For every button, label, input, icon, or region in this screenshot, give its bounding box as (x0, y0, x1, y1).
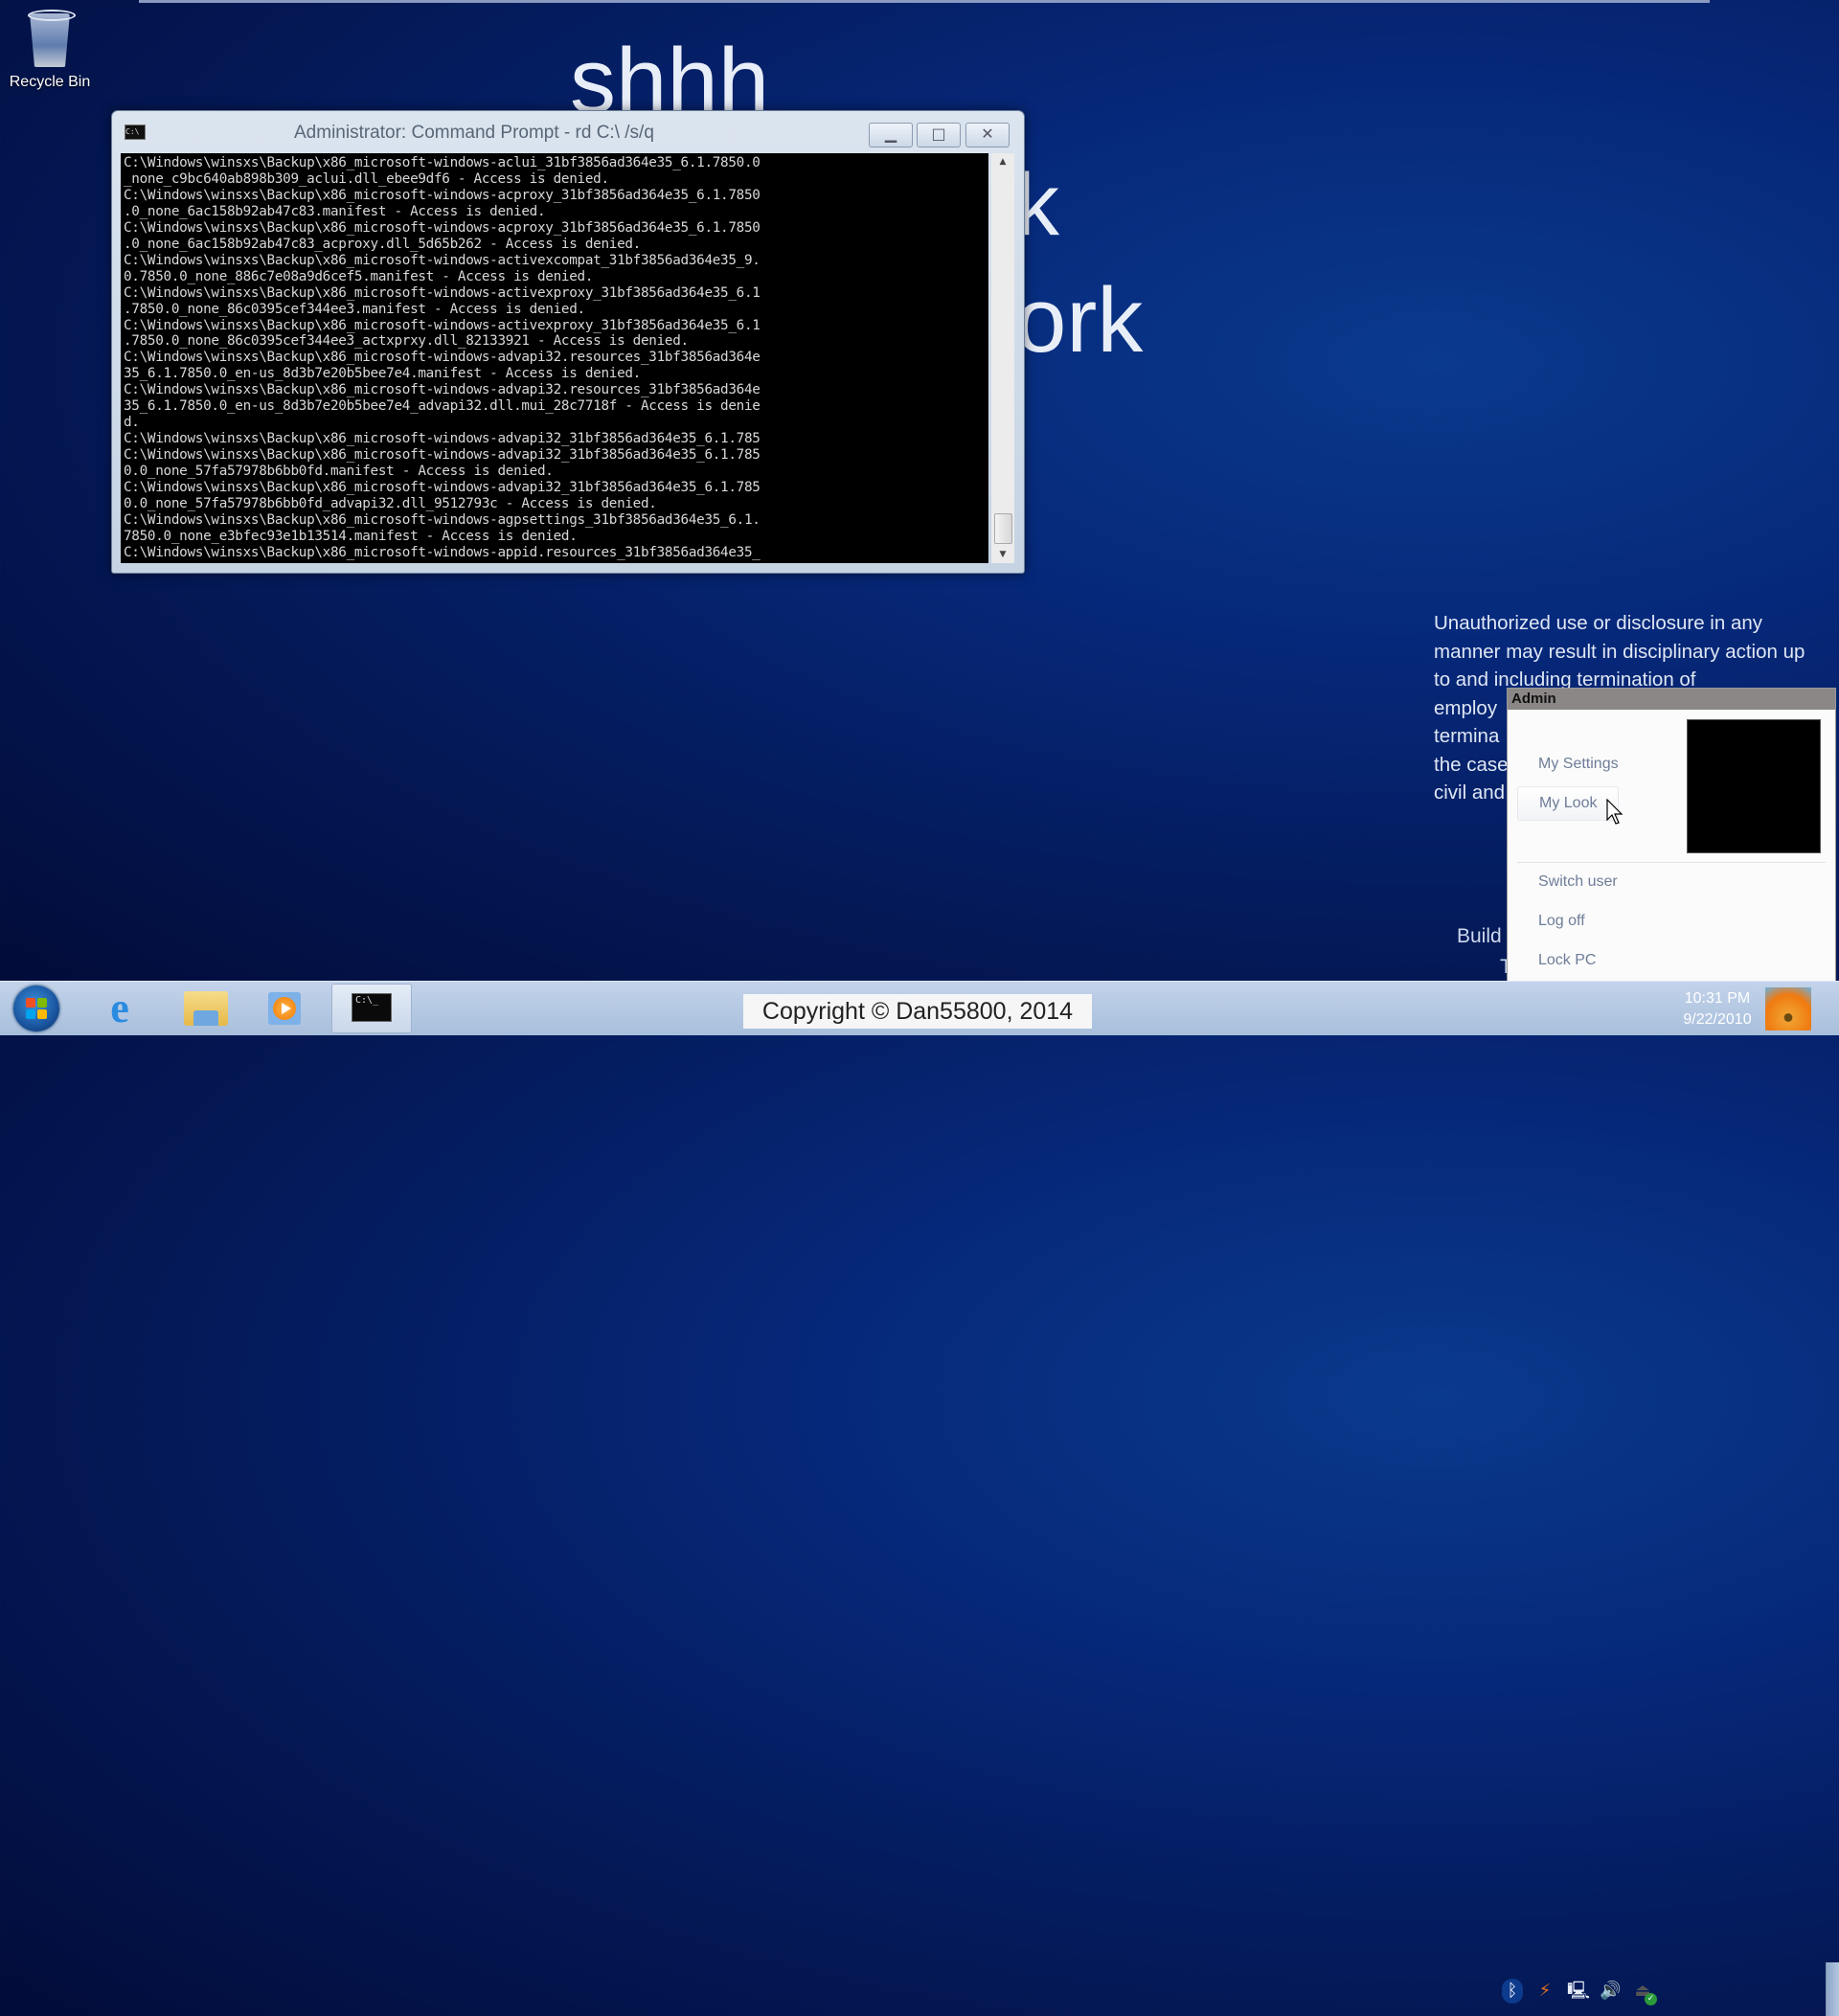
legal-line: manner may result in disciplinary action… (1434, 640, 1805, 663)
scroll-down-arrow-icon[interactable]: ▼ (991, 546, 1014, 563)
system-tray: ᛒ ⚡ 🖳 🔊 ⏏ (1502, 1974, 1657, 2008)
volume-icon[interactable]: 🔊 (1600, 1979, 1621, 2004)
window-edge (139, 0, 1710, 3)
menu-item-my-look[interactable]: My Look (1517, 786, 1620, 821)
cmd-icon: C:\_ (352, 993, 392, 1022)
console-output[interactable]: C:\Windows\winsxs\Backup\x86_microsoft-w… (121, 153, 988, 563)
user-menu-title: Admin (1508, 689, 1835, 710)
maximize-button[interactable]: □ (917, 123, 961, 147)
scroll-up-arrow-icon[interactable]: ▲ (991, 153, 1014, 170)
media-player-icon (268, 992, 301, 1025)
console-text: C:\Windows\winsxs\Backup\x86_microsoft-w… (124, 155, 761, 560)
build-text: Build (1457, 925, 1502, 947)
menu-item-lock-pc[interactable]: Lock PC (1538, 952, 1596, 969)
show-desktop-button[interactable] (1826, 1962, 1839, 2016)
menu-divider (1517, 862, 1826, 863)
scrollbar-thumb[interactable] (994, 513, 1012, 544)
recycle-bin-icon (26, 8, 76, 69)
command-prompt-window[interactable]: C:\ Administrator: Command Prompt - rd C… (111, 110, 1025, 574)
window-title: Administrator: Command Prompt - rd C:\ /… (294, 123, 654, 143)
wallpaper-text: ork (1015, 269, 1144, 372)
clock-date: 9/22/2010 (1683, 1011, 1752, 1028)
legal-line: Unauthorized use or disclosure in any (1434, 612, 1762, 634)
desktop-icon-recycle-bin[interactable]: Recycle Bin (6, 8, 94, 91)
vertical-scrollbar[interactable]: ▲ ▼ (991, 153, 1014, 563)
user-account-picture[interactable] (1765, 987, 1811, 1031)
network-warning-icon[interactable]: ⚡ (1534, 1979, 1555, 2004)
network-icon[interactable]: 🖳 (1567, 1979, 1590, 2004)
menu-item-log-off[interactable]: Log off (1538, 913, 1585, 930)
menu-item-switch-user[interactable]: Switch user (1538, 873, 1618, 891)
copyright-banner: Copyright © Dan55800, 2014 (743, 994, 1092, 1029)
cmd-window-icon[interactable]: C:\ (125, 125, 146, 140)
taskbar-command-prompt[interactable]: C:\_ (331, 984, 412, 1033)
close-button[interactable]: ✕ (965, 123, 1010, 147)
windows-logo-icon (13, 985, 59, 1031)
folder-icon (184, 991, 228, 1026)
internet-explorer-icon[interactable]: e (86, 984, 153, 1033)
usb-safe-remove-icon[interactable]: ⏏ (1632, 1979, 1657, 2005)
user-menu[interactable]: Admin My Settings My Look Switch user Lo… (1507, 688, 1836, 984)
windows-explorer-button[interactable] (172, 984, 239, 1033)
clock-time: 10:31 PM (1684, 990, 1751, 1007)
clock[interactable]: 10:31 PM 9/22/2010 (1678, 988, 1757, 1031)
desktop-icon-label: Recycle Bin (9, 74, 91, 90)
media-player-button[interactable] (251, 984, 318, 1033)
start-button[interactable] (6, 984, 67, 1033)
user-picture[interactable] (1687, 719, 1821, 853)
title-bar[interactable]: C:\ Administrator: Command Prompt - rd C… (112, 111, 1024, 147)
menu-item-my-settings[interactable]: My Settings (1538, 756, 1619, 773)
minimize-button[interactable]: ▁ (869, 123, 913, 147)
bluetooth-icon[interactable]: ᛒ (1502, 1979, 1523, 2004)
